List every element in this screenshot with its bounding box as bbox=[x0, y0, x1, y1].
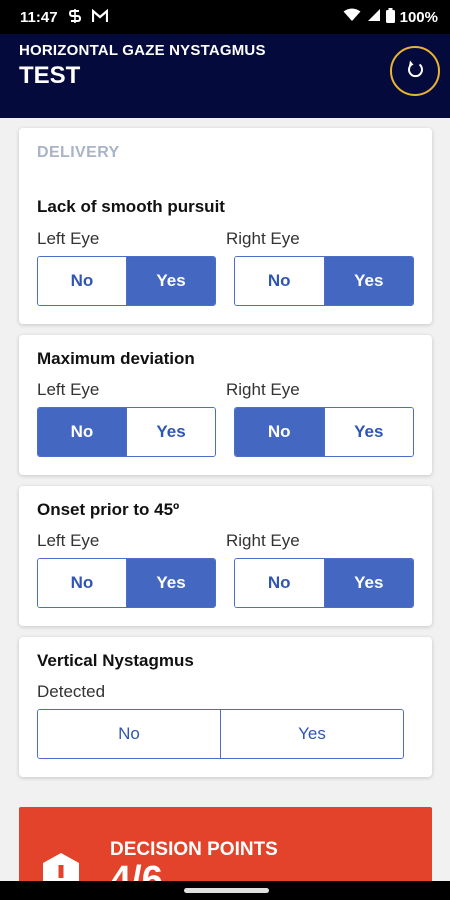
right-eye-no-option[interactable]: No bbox=[235, 559, 324, 607]
right-eye-no-option[interactable]: No bbox=[235, 408, 324, 456]
app-header: HORIZONTAL GAZE NYSTAGMUS TEST bbox=[0, 34, 450, 118]
system-nav-bar bbox=[0, 881, 450, 900]
left-eye-toggle: No Yes bbox=[37, 256, 216, 306]
detected-label: Detected bbox=[37, 682, 106, 701]
left-eye-no-option[interactable]: No bbox=[38, 257, 126, 305]
question-title: Maximum deviation bbox=[37, 349, 195, 368]
left-eye-no-option[interactable]: No bbox=[38, 408, 126, 456]
left-eye-no-option[interactable]: No bbox=[38, 559, 126, 607]
right-eye-toggle: No Yes bbox=[234, 256, 414, 306]
left-eye-label: Left Eye bbox=[37, 229, 100, 248]
question-title: Onset prior to 45º bbox=[37, 500, 180, 519]
question-title: Lack of smooth pursuit bbox=[37, 197, 225, 216]
right-eye-label: Right Eye bbox=[226, 229, 300, 248]
detected-no-option[interactable]: No bbox=[38, 710, 220, 758]
right-eye-label: Right Eye bbox=[226, 380, 300, 399]
status-bar: 11:47 100% bbox=[0, 0, 450, 34]
left-eye-yes-option[interactable]: Yes bbox=[126, 257, 215, 305]
right-eye-toggle: No Yes bbox=[234, 407, 414, 457]
right-eye-no-option[interactable]: No bbox=[235, 257, 324, 305]
home-gesture-pill[interactable] bbox=[184, 888, 269, 893]
signal-icon bbox=[366, 8, 381, 26]
status-right: 100% bbox=[343, 7, 438, 27]
left-eye-label: Left Eye bbox=[37, 380, 100, 399]
header-subtitle: HORIZONTAL GAZE NYSTAGMUS bbox=[19, 42, 266, 59]
right-eye-yes-option[interactable]: Yes bbox=[323, 559, 413, 607]
battery-icon bbox=[385, 7, 395, 27]
right-eye-label: Right Eye bbox=[226, 531, 300, 550]
card-smooth-pursuit: DELIVERY Lack of smooth pursuit Left Eye… bbox=[19, 128, 432, 324]
question-title: Vertical Nystagmus bbox=[37, 651, 194, 670]
section-label: DELIVERY bbox=[37, 144, 120, 161]
right-eye-yes-option[interactable]: Yes bbox=[323, 408, 413, 456]
page-title: TEST bbox=[19, 62, 81, 89]
detected-toggle: No Yes bbox=[37, 709, 404, 759]
left-eye-toggle: No Yes bbox=[37, 407, 216, 457]
left-eye-yes-option[interactable]: Yes bbox=[126, 408, 215, 456]
detected-yes-option[interactable]: Yes bbox=[220, 710, 403, 758]
battery-percent: 100% bbox=[399, 8, 438, 26]
wifi-icon bbox=[343, 8, 361, 26]
card-vertical-nystagmus: Vertical Nystagmus Detected No Yes bbox=[19, 637, 432, 777]
left-eye-toggle: No Yes bbox=[37, 558, 216, 608]
s-icon bbox=[68, 8, 82, 27]
status-time: 11:47 bbox=[20, 8, 58, 26]
status-left: 11:47 bbox=[20, 8, 108, 27]
refresh-icon bbox=[404, 58, 426, 85]
reset-button[interactable] bbox=[390, 46, 440, 96]
gmail-icon bbox=[91, 8, 108, 26]
right-eye-yes-option[interactable]: Yes bbox=[323, 257, 413, 305]
left-eye-yes-option[interactable]: Yes bbox=[126, 559, 215, 607]
right-eye-toggle: No Yes bbox=[234, 558, 414, 608]
card-onset-prior-45: Onset prior to 45º Left Eye Right Eye No… bbox=[19, 486, 432, 626]
card-maximum-deviation: Maximum deviation Left Eye Right Eye No … bbox=[19, 335, 432, 475]
left-eye-label: Left Eye bbox=[37, 531, 100, 550]
decision-label: DECISION POINTS bbox=[110, 839, 278, 860]
